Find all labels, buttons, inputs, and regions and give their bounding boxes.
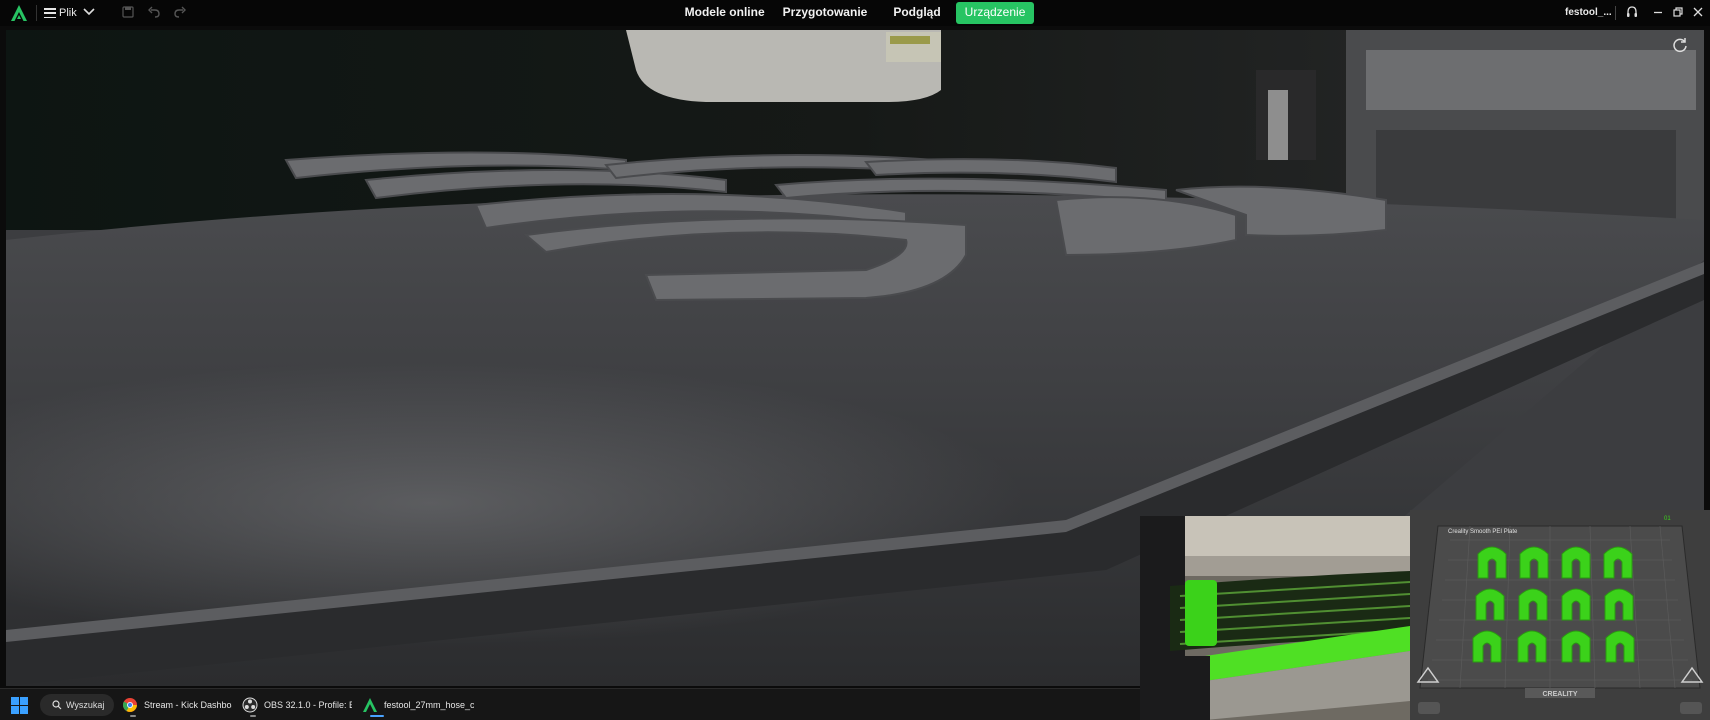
support-headset-icon[interactable] <box>1625 5 1639 19</box>
divider <box>36 5 37 21</box>
file-menu-label: Plik <box>59 7 77 19</box>
close-icon[interactable] <box>1691 5 1705 19</box>
tab-online-models[interactable]: Modele online <box>676 2 774 24</box>
tab-preview[interactable]: Podgląd <box>884 2 949 24</box>
taskbar-item-obs[interactable]: OBS 32.1.0 - Profile: Bez <box>242 693 352 717</box>
obs-icon <box>242 697 258 713</box>
chrome-icon <box>122 698 137 712</box>
minimize-icon[interactable] <box>1651 5 1665 19</box>
tab-device[interactable]: Urządzenie <box>955 2 1035 24</box>
restore-icon[interactable] <box>1671 5 1685 19</box>
creality-print-icon <box>363 698 377 712</box>
plate-index: 01 <box>1664 516 1671 522</box>
hamburger-icon <box>44 8 56 18</box>
slicer-plate-thumbnail: Creality Smooth PEI Plate 01 CREALITY <box>1410 510 1710 720</box>
redo-icon[interactable] <box>173 5 187 19</box>
tab-prepare[interactable]: Przygotowanie <box>774 2 877 24</box>
search-placeholder: Wyszukaj <box>66 700 105 710</box>
refresh-icon[interactable] <box>1671 36 1689 54</box>
project-name: festool_... <box>1565 7 1612 18</box>
chevron-down-icon[interactable] <box>82 5 96 19</box>
divider <box>1615 6 1616 20</box>
active-indicator <box>370 715 384 717</box>
running-indicator <box>250 715 256 717</box>
taskbar-item-chrome[interactable]: Stream - Kick Dashboard <box>122 693 232 717</box>
webcam-overlay-image <box>1140 516 1410 720</box>
save-icon[interactable] <box>121 5 135 19</box>
creality-logo-icon[interactable] <box>10 4 28 22</box>
windows-taskbar: Wyszukaj Stream - Kick Dashboard OBS 32.… <box>0 688 1140 720</box>
main-nav-tabs: Modele online Przygotowanie Podgląd Urzą… <box>0 2 1710 24</box>
plate-name: Creality Smooth PEI Plate <box>1448 529 1518 535</box>
taskbar-search-box[interactable]: Wyszukaj <box>40 694 114 716</box>
plate-brand-label: CREALITY <box>1543 691 1578 698</box>
taskbar-item-label: OBS 32.1.0 - Profile: Bez <box>264 700 352 710</box>
taskbar-item-label: festool_27mm_hose_cat <box>384 700 474 710</box>
running-indicator <box>130 715 136 717</box>
file-menu-button[interactable]: Plik <box>44 4 77 22</box>
taskbar-item-creality-print[interactable]: festool_27mm_hose_cat <box>362 693 474 717</box>
taskbar-item-label: Stream - Kick Dashboard <box>144 700 232 710</box>
undo-icon[interactable] <box>147 5 161 19</box>
title-bar: Plik Modele online Przygotowanie Podgląd… <box>0 0 1710 26</box>
windows-start-icon[interactable] <box>11 697 28 714</box>
webcam-overlay-thumbnail <box>1140 516 1410 720</box>
plate-preview-image: Creality Smooth PEI Plate 01 CREALITY <box>1410 510 1710 720</box>
search-icon <box>52 700 62 710</box>
